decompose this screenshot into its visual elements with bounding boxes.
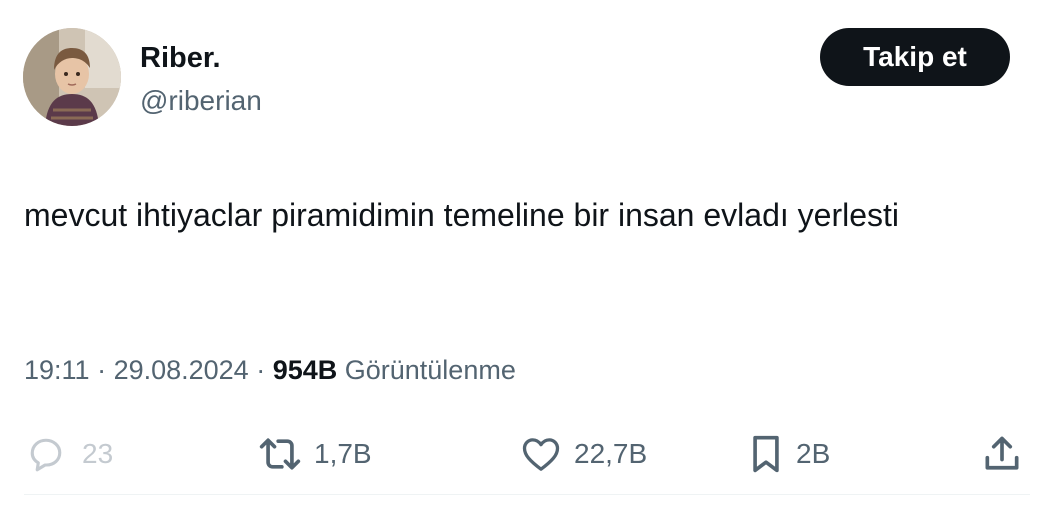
retweet-count: 1,7B: [314, 438, 372, 469]
avatar[interactable]: [23, 28, 121, 126]
share-button[interactable]: [980, 432, 1024, 476]
like-count: 22,7B: [574, 438, 648, 469]
bookmark-icon: [753, 435, 779, 473]
user-handle[interactable]: @riberian: [140, 83, 262, 119]
views-label: Görüntülenme: [337, 355, 516, 385]
user-info: Riber. @riberian: [140, 40, 262, 119]
tweet-meta: 19:11 · 29.08.2024 · 954B Görüntülenme: [24, 352, 516, 388]
avatar-image: [23, 28, 121, 126]
tweet-date[interactable]: 29.08.2024: [114, 355, 249, 385]
bookmark-button[interactable]: 2B: [746, 432, 830, 476]
follow-button[interactable]: Takip et: [820, 28, 1010, 86]
reply-button[interactable]: 23: [24, 432, 113, 476]
bookmark-count: 2B: [796, 438, 831, 469]
share-icon: [985, 436, 1019, 470]
display-name[interactable]: Riber.: [140, 40, 262, 76]
divider: [24, 494, 1030, 495]
tweet-text: mevcut ihtiyaclar piramidimin temeline b…: [24, 197, 899, 233]
meta-separator: ·: [248, 355, 273, 385]
heart-icon: [522, 438, 560, 471]
views-count: 954B: [272, 355, 338, 385]
retweet-icon: [259, 438, 301, 470]
retweet-button[interactable]: 1,7B: [256, 432, 372, 476]
meta-separator: ·: [89, 355, 114, 385]
like-button[interactable]: 22,7B: [518, 432, 647, 476]
reply-icon: [30, 438, 62, 472]
reply-count: 23: [82, 438, 114, 469]
tweet-time[interactable]: 19:11: [24, 355, 90, 385]
